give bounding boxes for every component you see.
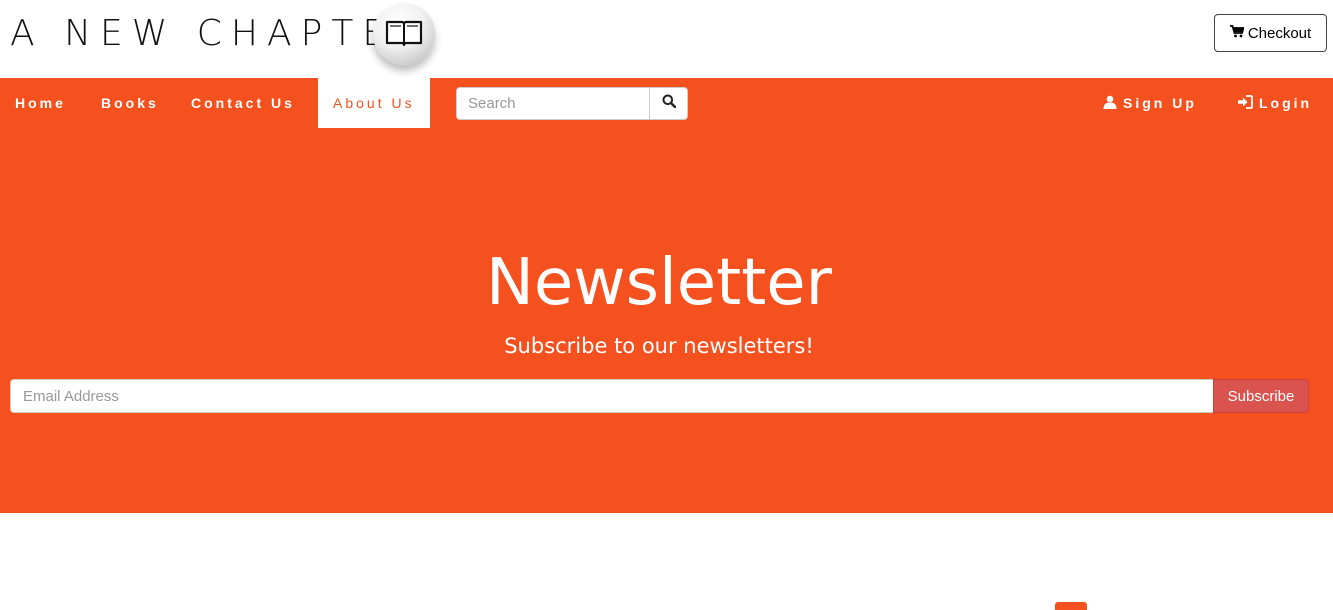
newsletter-subtitle: Subscribe to our newsletters!: [504, 334, 814, 358]
site-header: A NEW CHAPTER Checkout: [0, 0, 1333, 78]
nav-item-contact-us[interactable]: Contact Us: [191, 78, 295, 128]
sign-up-link[interactable]: Sign Up: [1103, 78, 1197, 128]
sign-up-label: Sign Up: [1123, 95, 1197, 111]
newsletter-title: Newsletter: [486, 246, 832, 320]
scroll-to-top-tab[interactable]: [1055, 602, 1087, 610]
open-book-icon[interactable]: [373, 3, 435, 65]
login-link[interactable]: Login: [1237, 78, 1312, 128]
subscribe-button[interactable]: Subscribe: [1213, 379, 1309, 413]
search-bar: [456, 87, 688, 120]
checkout-button[interactable]: Checkout: [1214, 14, 1327, 52]
search-button[interactable]: [649, 88, 688, 119]
nav-item-about-us[interactable]: About Us: [318, 78, 430, 128]
shopping-cart-icon: [1229, 24, 1245, 42]
log-in-icon: [1237, 94, 1253, 112]
nav-item-home[interactable]: Home: [15, 78, 66, 128]
newsletter-section: Newsletter Subscribe to our newsletters!…: [0, 128, 1333, 513]
site-logo-text[interactable]: A NEW CHAPTER: [10, 12, 428, 56]
search-input[interactable]: [457, 88, 649, 119]
checkout-label: Checkout: [1247, 24, 1312, 42]
nav-item-books[interactable]: Books: [101, 78, 159, 128]
login-label: Login: [1259, 95, 1313, 111]
magnifier-icon: [662, 94, 677, 113]
main-navbar: Home Books Contact Us About Us Sign Up: [0, 78, 1333, 128]
user-icon: [1103, 95, 1117, 112]
email-input[interactable]: [10, 379, 1214, 413]
